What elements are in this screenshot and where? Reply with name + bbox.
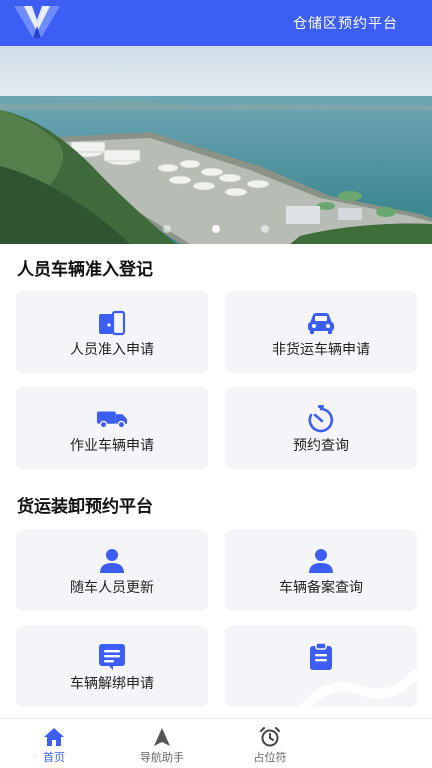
reservation-query-card[interactable]: 预约查询 xyxy=(225,387,417,469)
clipboard-icon xyxy=(305,643,337,671)
tab-navigation-assistant[interactable]: 导航助手 xyxy=(108,719,216,768)
vehicle-unbind-card[interactable]: 车辆解绑申请 xyxy=(16,625,208,707)
carousel-indicators xyxy=(0,218,432,237)
card-label: 车辆备案查询 xyxy=(279,580,363,596)
truck-icon xyxy=(96,405,128,433)
alarm-clock-icon xyxy=(260,727,280,747)
banner-carousel[interactable] xyxy=(0,46,432,244)
tab-home[interactable]: 首页 xyxy=(0,719,108,768)
door-icon xyxy=(96,309,128,337)
person-icon xyxy=(305,547,337,575)
personnel-access-card[interactable]: 人员准入申请 xyxy=(16,291,208,373)
card-label: 非货运车辆申请 xyxy=(272,342,370,358)
carousel-dot[interactable] xyxy=(162,225,171,233)
card-label: 随车人员更新 xyxy=(70,580,154,596)
app-header: 仓储区预约平台 xyxy=(0,0,432,46)
section-title-access-registration: 人员车辆准入登记 xyxy=(17,260,153,280)
work-vehicle-card[interactable]: 作业车辆申请 xyxy=(16,387,208,469)
bottom-tab-bar: 首页 导航助手 占位符 xyxy=(0,718,432,768)
non-freight-vehicle-card[interactable]: 非货运车辆申请 xyxy=(225,291,417,373)
card-label: 人员准入申请 xyxy=(70,342,154,358)
carousel-dot[interactable] xyxy=(261,225,270,233)
v-logo-icon[interactable] xyxy=(14,4,60,40)
vehicle-record-query-card[interactable]: 车辆备案查询 xyxy=(225,529,417,611)
car-icon xyxy=(305,309,337,337)
watermark-graphic xyxy=(300,669,420,713)
carousel-dot-active[interactable] xyxy=(212,225,220,233)
tab-label: 首页 xyxy=(43,751,65,764)
home-icon xyxy=(44,728,64,746)
navigation-icon xyxy=(154,728,170,746)
tab-label: 导航助手 xyxy=(140,751,184,764)
tab-placeholder[interactable]: 占位符 xyxy=(216,719,324,768)
person-icon xyxy=(96,547,128,575)
timer-icon xyxy=(305,405,337,433)
accompanying-personnel-update-card[interactable]: 随车人员更新 xyxy=(16,529,208,611)
card-label: 车辆解绑申请 xyxy=(70,676,154,692)
banner-image xyxy=(0,46,432,244)
tab-label: 占位符 xyxy=(253,751,287,764)
card-label: 预约查询 xyxy=(293,438,349,454)
header-title: 仓储区预约平台 xyxy=(293,16,398,32)
card-label: 作业车辆申请 xyxy=(70,438,154,454)
document-icon xyxy=(96,643,128,671)
section-title-freight-loading: 货运装卸预约平台 xyxy=(17,497,153,517)
